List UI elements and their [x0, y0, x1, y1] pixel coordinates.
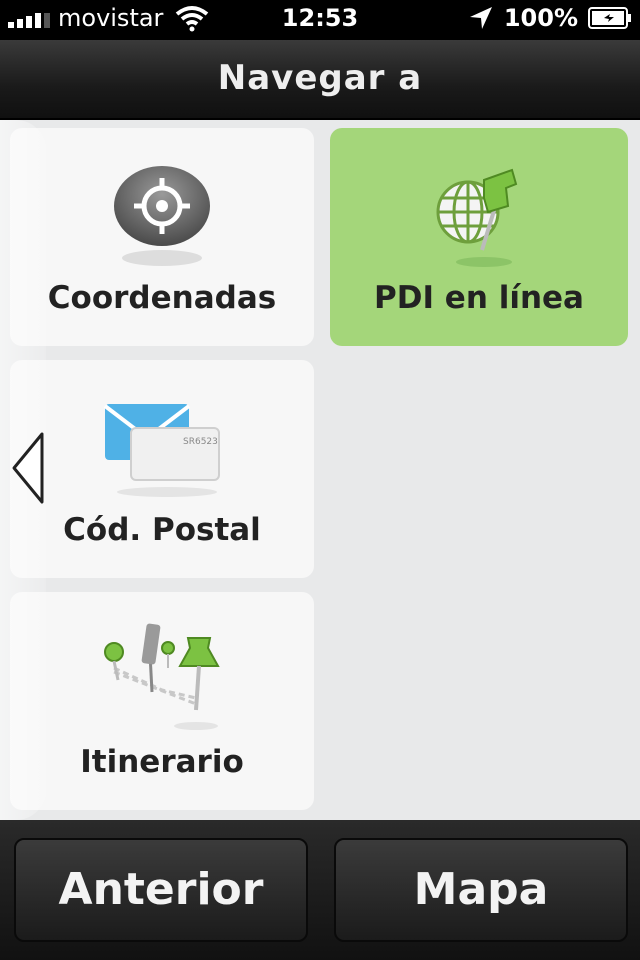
status-bar: movistar 12:53 100% — [0, 0, 640, 40]
battery-icon — [588, 7, 631, 29]
route-pins-icon — [104, 623, 220, 730]
page-title: Navegar a — [217, 58, 423, 98]
tile-coordenadas[interactable]: Coordenadas — [10, 128, 314, 346]
tile-itinerario[interactable]: Itinerario — [10, 592, 314, 810]
tile-pdi-en-linea[interactable]: PDI en línea — [330, 128, 628, 346]
title-bar: Navegar a — [0, 40, 640, 120]
envelope-icon: SR6523 — [103, 404, 220, 497]
anterior-button[interactable]: Anterior — [14, 838, 308, 942]
tile-label: Cód. Postal — [63, 512, 261, 548]
tile-label: Itinerario — [80, 744, 244, 780]
postcode-text: SR6523 — [183, 437, 218, 447]
tile-cod-postal[interactable]: SR6523 Cód. Postal — [10, 360, 314, 578]
location-arrow-icon — [469, 7, 492, 29]
status-right: 100% — [468, 4, 632, 32]
mapa-button[interactable]: Mapa — [334, 838, 628, 942]
chevron-left-icon[interactable] — [10, 430, 46, 506]
battery-percent: 100% — [503, 4, 578, 32]
crosshair-icon — [114, 166, 210, 266]
bottom-bar: Anterior Mapa — [0, 820, 640, 960]
tile-label: PDI en línea — [374, 280, 584, 316]
navigation-options-grid: Coordenadas PDI en línea SR6523 Cód. Pos… — [0, 120, 640, 820]
globe-pin-icon — [436, 168, 518, 267]
tile-label: Coordenadas — [47, 280, 277, 316]
